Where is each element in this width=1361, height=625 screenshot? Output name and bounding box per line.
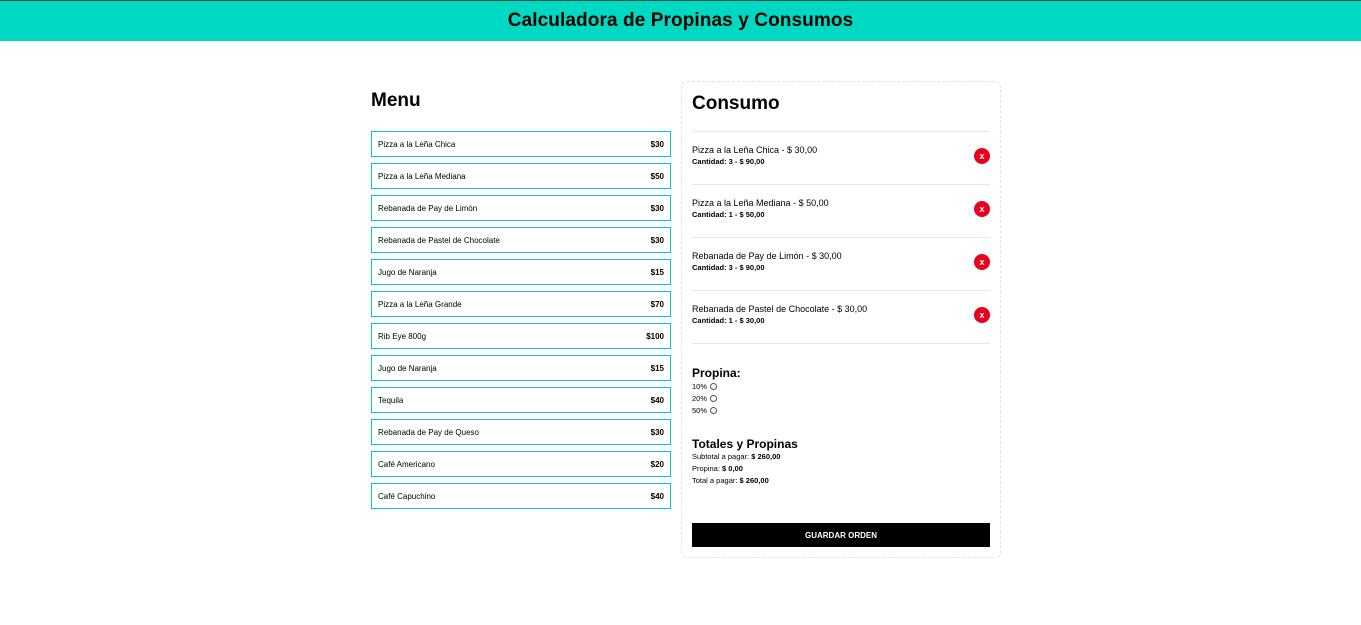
order-item: Rebanada de Pastel de Chocolate - $ 30,0… xyxy=(692,291,990,344)
menu-item-name: Rib Eye 800g xyxy=(378,331,427,341)
tip-50-radio[interactable] xyxy=(710,406,718,414)
menu-item-name: Pizza a la Leña Grande xyxy=(378,299,462,309)
menu-item[interactable]: Rebanada de Pay de Limón $30 xyxy=(371,195,671,221)
remove-order-button[interactable]: x xyxy=(974,201,990,217)
menu-item-name: Jugo de Naranja xyxy=(378,363,437,373)
menu-item[interactable]: Rebanada de Pay de Queso $30 xyxy=(371,419,671,445)
order-item-quantity: Cantidad: 3 - $ 90,00 xyxy=(692,157,765,166)
menu-item-price: $15 xyxy=(650,363,664,373)
menu-item-price: $50 xyxy=(650,171,664,181)
order-item-description: Rebanada de Pay de Limón - $ 30,00 xyxy=(692,251,842,261)
tip-10-radio[interactable] xyxy=(710,382,718,390)
menu-item[interactable]: Pizza a la Leña Grande $70 xyxy=(371,291,671,317)
menu-item-name: Café Capuchino xyxy=(378,491,436,501)
menu-item-name: Café Americano xyxy=(378,459,435,469)
tip-option: 50% xyxy=(692,404,990,416)
menu-item-price: $70 xyxy=(650,299,664,309)
menu-item-price: $30 xyxy=(650,427,664,437)
order-item-description: Pizza a la Leña Chica - $ 30,00 xyxy=(692,145,818,155)
menu-item[interactable]: Tequila $40 xyxy=(371,387,671,413)
menu-item[interactable]: Pizza a la Leña Mediana $50 xyxy=(371,163,671,189)
remove-order-button[interactable]: x xyxy=(974,254,990,270)
order-item: Pizza a la Leña Chica - $ 30,00 Cantidad… xyxy=(692,132,990,185)
app-header: Calculadora de Propinas y Consumos xyxy=(0,0,1361,41)
menu-item[interactable]: Café Capuchino $40 xyxy=(371,483,671,509)
order-item-description: Pizza a la Leña Mediana - $ 50,00 xyxy=(692,198,829,208)
menu-list: Pizza a la Leña Chica $30 Pizza a la Leñ… xyxy=(371,131,671,509)
tip-option-label: 20% xyxy=(692,393,708,403)
order-item-quantity: Cantidad: 3 - $ 90,00 xyxy=(692,263,765,272)
menu-item-name: Rebanada de Pastel de Chocolate xyxy=(378,235,500,245)
tip-value: $ 0,00 xyxy=(722,464,743,473)
menu-item-name: Pizza a la Leña Chica xyxy=(378,139,456,149)
menu-section: Menu Pizza a la Leña Chica $30 Pizza a l… xyxy=(371,90,671,515)
consumo-title: Consumo xyxy=(692,93,780,114)
menu-item-name: Pizza a la Leña Mediana xyxy=(378,171,466,181)
menu-item-price: $20 xyxy=(650,459,664,469)
total-value: $ 260,00 xyxy=(739,476,769,485)
menu-item-price: $40 xyxy=(650,491,664,501)
remove-order-button[interactable]: x xyxy=(974,148,990,164)
order-item: Pizza a la Leña Mediana - $ 50,00 Cantid… xyxy=(692,185,990,238)
app-title: Calculadora de Propinas y Consumos xyxy=(507,10,854,31)
tip-label: Propina: xyxy=(692,464,720,473)
subtotal-label: Subtotal a pagar: xyxy=(692,452,750,461)
menu-item-price: $30 xyxy=(650,235,664,245)
menu-item-price: $15 xyxy=(650,267,664,277)
tip-option: 10% xyxy=(692,380,990,392)
menu-title: Menu xyxy=(371,90,421,111)
menu-item[interactable]: Café Americano $20 xyxy=(371,451,671,477)
menu-item[interactable]: Pizza a la Leña Chica $30 xyxy=(371,131,671,157)
order-list: Pizza a la Leña Chica - $ 30,00 Cantidad… xyxy=(692,131,990,344)
menu-item-price: $40 xyxy=(650,395,664,405)
total-line: Total a pagar: $ 260,00 xyxy=(692,475,990,487)
menu-item-price: $100 xyxy=(646,331,664,341)
menu-item-name: Rebanada de Pay de Limón xyxy=(378,203,478,213)
menu-item[interactable]: Rib Eye 800g $100 xyxy=(371,323,671,349)
tip-20-radio[interactable] xyxy=(710,394,718,402)
order-item-description: Rebanada de Pastel de Chocolate - $ 30,0… xyxy=(692,304,868,314)
tip-title: Propina: xyxy=(692,366,741,380)
save-order-button[interactable]: GUARDAR ORDEN xyxy=(692,523,990,547)
menu-item[interactable]: Jugo de Naranja $15 xyxy=(371,355,671,381)
totals-section: Totales y Propinas Subtotal a pagar: $ 2… xyxy=(692,437,990,487)
subtotal-line: Subtotal a pagar: $ 260,00 xyxy=(692,451,990,463)
order-item-quantity: Cantidad: 1 - $ 50,00 xyxy=(692,210,765,219)
tip-option: 20% xyxy=(692,392,990,404)
menu-item-name: Jugo de Naranja xyxy=(378,267,437,277)
tip-line: Propina: $ 0,00 xyxy=(692,463,990,475)
tip-option-label: 10% xyxy=(692,381,708,391)
totals-title: Totales y Propinas xyxy=(692,437,798,451)
consumo-panel: Consumo Pizza a la Leña Chica - $ 30,00 … xyxy=(681,81,1001,558)
menu-item-name: Tequila xyxy=(378,395,404,405)
menu-item-price: $30 xyxy=(650,139,664,149)
order-item-quantity: Cantidad: 1 - $ 30,00 xyxy=(692,316,765,325)
menu-item-name: Rebanada de Pay de Queso xyxy=(378,427,479,437)
tip-option-label: 50% xyxy=(692,405,708,415)
remove-order-button[interactable]: x xyxy=(974,307,990,323)
total-label: Total a pagar: xyxy=(692,476,738,485)
subtotal-value: $ 260,00 xyxy=(751,452,781,461)
tip-section: Propina: 10% 20% 50% xyxy=(692,366,990,416)
menu-item[interactable]: Jugo de Naranja $15 xyxy=(371,259,671,285)
menu-item-price: $30 xyxy=(650,203,664,213)
menu-item[interactable]: Rebanada de Pastel de Chocolate $30 xyxy=(371,227,671,253)
order-item: Rebanada de Pay de Limón - $ 30,00 Canti… xyxy=(692,238,990,291)
